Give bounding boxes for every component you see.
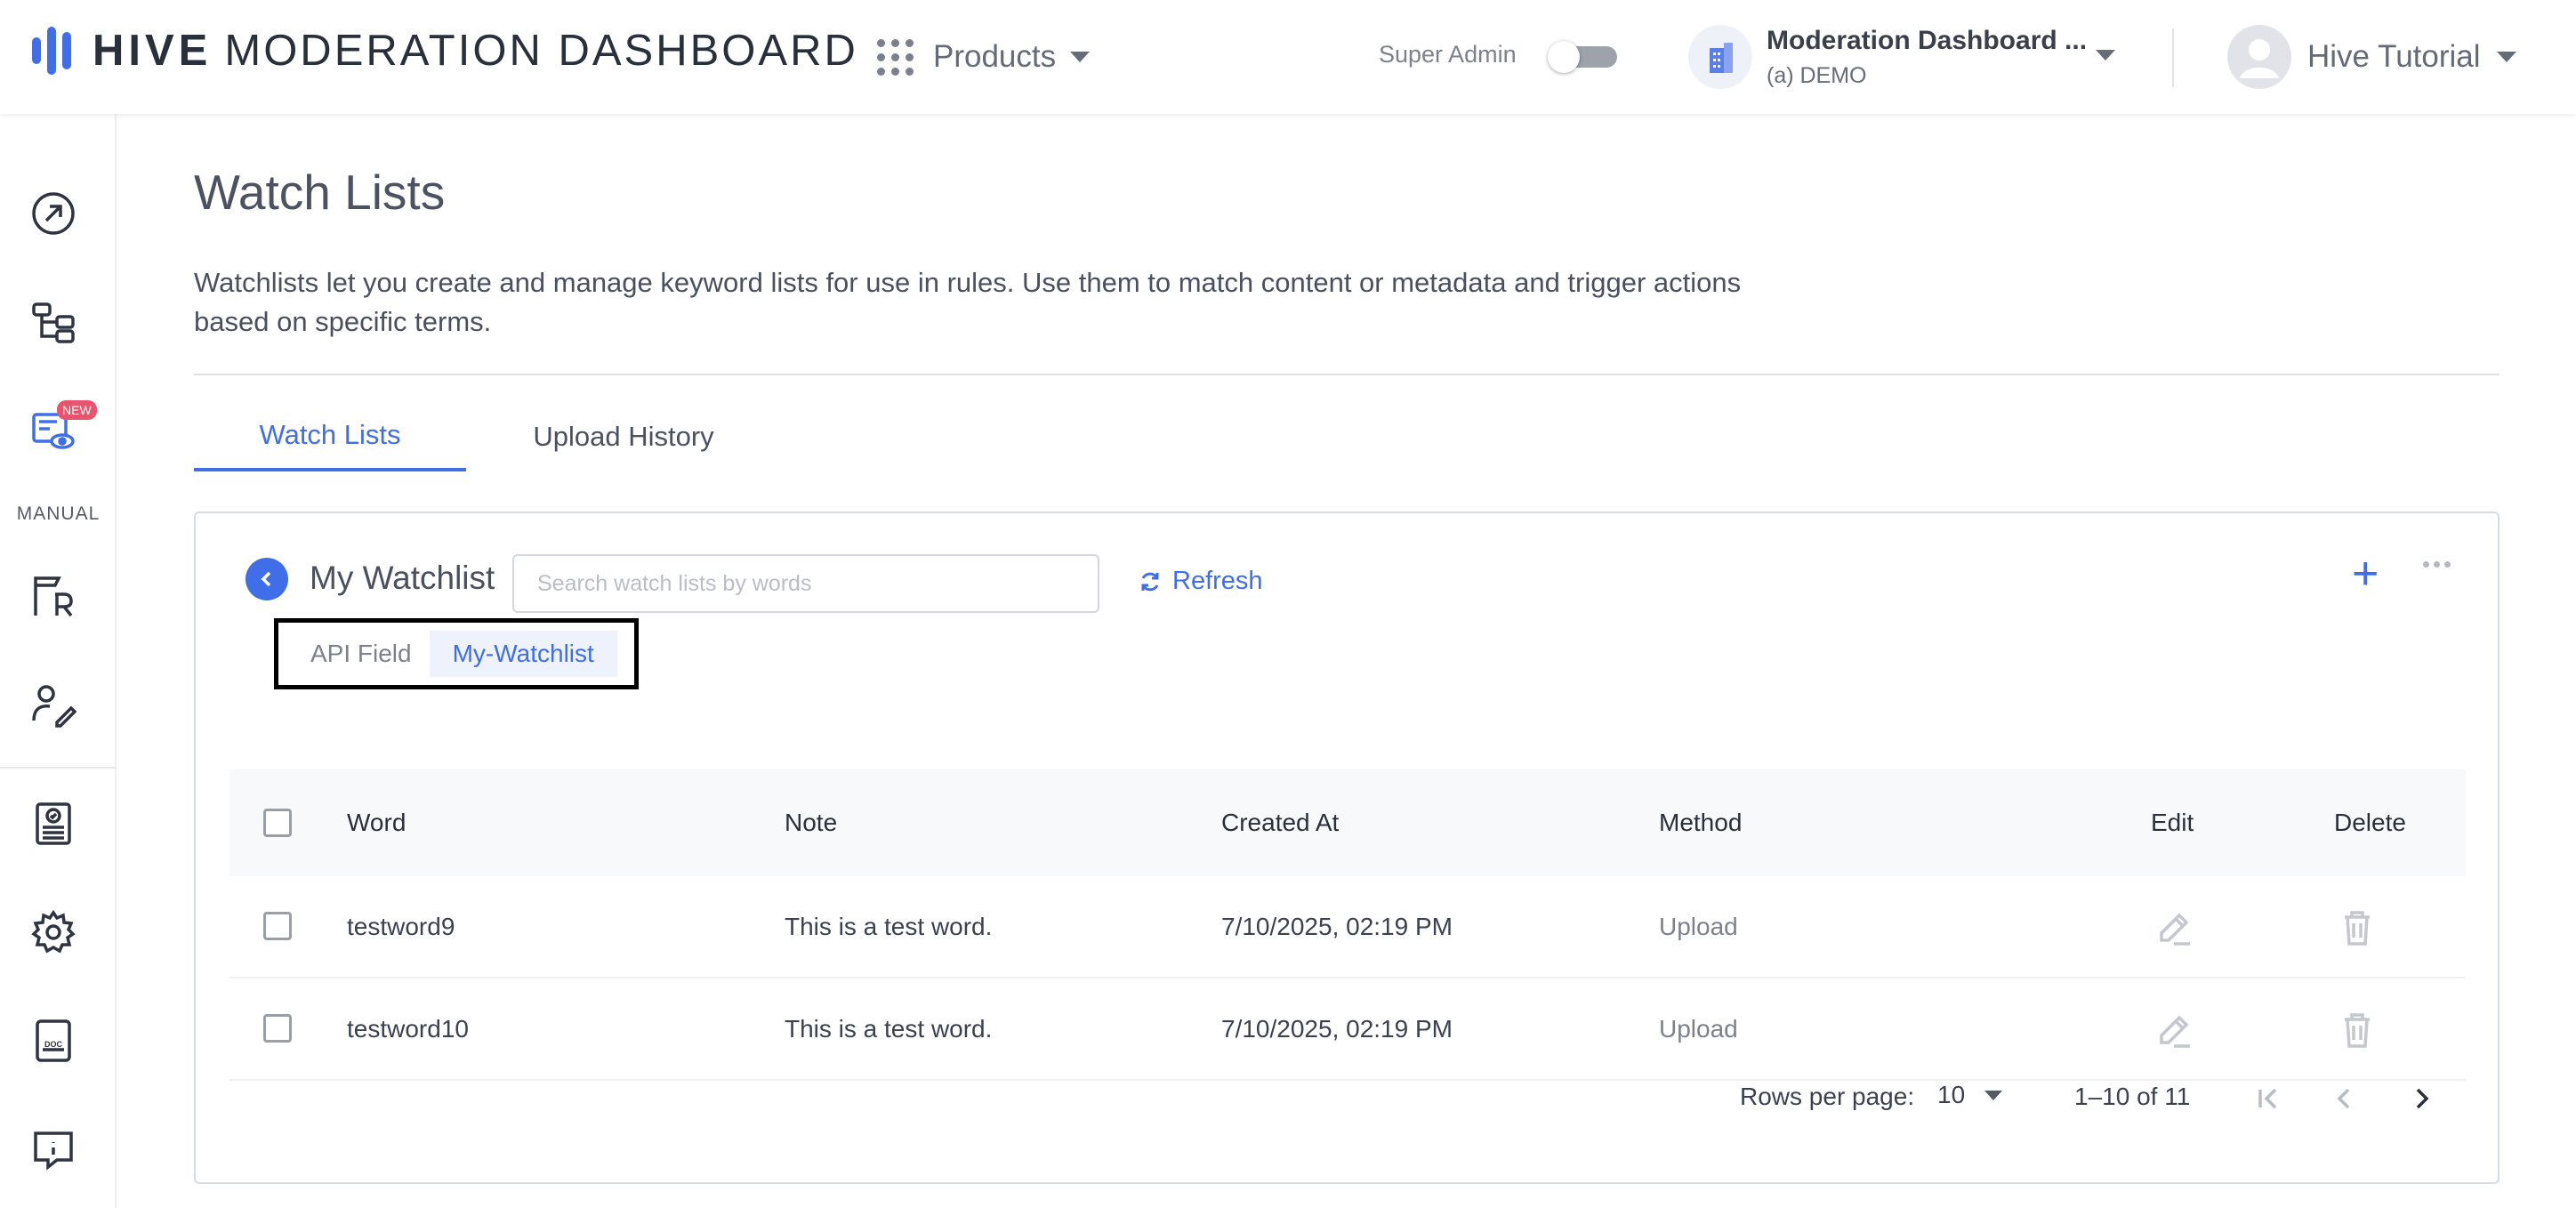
pagination: Rows per page: 10 1–10 of 11 — [196, 1065, 2501, 1127]
chevron-down-icon — [2096, 50, 2115, 60]
new-badge: NEW — [57, 400, 97, 420]
grid-icon — [877, 38, 914, 76]
review-flag-icon — [34, 576, 73, 617]
api-field-label: API Field — [310, 640, 412, 667]
rows-per-page-label: Rows per page: — [1740, 1083, 1915, 1110]
column-header-delete: Delete — [2334, 809, 2406, 836]
sidebar-item-workflows[interactable] — [25, 294, 82, 350]
trash-icon — [2345, 911, 2370, 946]
note-cell: This is a test word. — [785, 912, 993, 940]
column-header-note[interactable]: Note — [785, 769, 837, 876]
tab-watch-lists[interactable]: Watch Lists — [194, 402, 466, 471]
info-chat-icon — [34, 1131, 73, 1171]
arrow-circle-icon — [32, 192, 75, 235]
description-divider — [194, 374, 2500, 375]
table-header: Word Note Created At Method Edit Delete — [229, 769, 2466, 876]
add-word-button[interactable]: + — [2352, 551, 2379, 597]
rows-per-page-value: 10 — [1937, 1081, 1966, 1108]
sidebar-item-overview[interactable] — [25, 185, 82, 242]
sidebar-item-watchlists[interactable]: NEW — [25, 400, 97, 459]
products-label: Products — [933, 39, 1057, 74]
refresh-icon — [1141, 572, 1159, 591]
sidebar: NEW MANUAL DOC — [0, 114, 117, 1208]
sidebar-item-settings[interactable] — [25, 904, 82, 961]
select-all-checkbox[interactable] — [263, 809, 292, 837]
row-checkbox[interactable] — [263, 1014, 292, 1043]
user-menu[interactable]: Hive Tutorial — [2227, 25, 2516, 89]
products-menu[interactable]: Products — [877, 34, 1091, 80]
watchlist-name: My Watchlist — [310, 560, 495, 596]
first-page-button[interactable] — [2243, 1074, 2293, 1123]
super-admin-toggle[interactable] — [1548, 41, 1621, 73]
previous-page-button[interactable] — [2320, 1074, 2370, 1123]
refresh-label: Refresh — [1172, 567, 1263, 595]
organization-name: Moderation Dashboard ... — [1767, 25, 2088, 55]
chevron-down-icon — [1984, 1090, 2003, 1100]
page-range: 1–10 of 11 — [2074, 1083, 2191, 1110]
more-options-icon[interactable] — [2423, 561, 2451, 568]
building-icon — [1688, 25, 1752, 89]
column-header-word[interactable]: Word — [347, 769, 406, 876]
sidebar-divider — [0, 767, 117, 769]
edit-button[interactable] — [2151, 905, 2197, 951]
logo-brand: HIVE — [93, 27, 213, 75]
delete-button[interactable] — [2334, 1007, 2380, 1053]
chevron-down-icon — [1070, 52, 1091, 62]
user-edit-icon — [32, 685, 76, 728]
header-divider — [2172, 28, 2174, 87]
report-icon — [36, 802, 71, 845]
user-name: Hive Tutorial — [2307, 39, 2481, 74]
avatar — [2227, 25, 2291, 89]
pencil-icon — [2160, 1015, 2190, 1048]
svg-text:DOC: DOC — [44, 1040, 63, 1049]
organization-subtitle: (a) DEMO — [1767, 62, 1867, 88]
chevron-down-icon — [2496, 52, 2516, 62]
column-header-edit: Edit — [2151, 809, 2194, 836]
word-cell: testword9 — [347, 912, 455, 940]
flow-icon — [32, 302, 75, 343]
logo-suffix: MODERATION DASHBOARD — [224, 27, 858, 75]
api-field-box: API Field My-Watchlist — [274, 618, 639, 689]
chevron-left-icon — [261, 571, 271, 587]
hive-logo-icon — [32, 27, 71, 75]
search-input[interactable] — [512, 554, 1099, 613]
gear-icon — [31, 909, 76, 954]
doc-icon: DOC — [36, 1019, 71, 1062]
sidebar-item-review[interactable] — [25, 568, 82, 624]
edit-button[interactable] — [2151, 1007, 2197, 1053]
hive-logo[interactable]: HIVE MODERATION DASHBOARD — [32, 23, 858, 78]
next-page-button[interactable] — [2396, 1074, 2446, 1123]
super-admin-label: Super Admin — [1379, 41, 1517, 68]
organization-selector[interactable]: Moderation Dashboard ... (a) DEMO — [1688, 23, 2115, 91]
manual-section-label: MANUAL — [16, 503, 101, 524]
sidebar-item-reports[interactable] — [25, 795, 82, 852]
pencil-icon — [2160, 913, 2190, 946]
sidebar-item-docs[interactable]: DOC — [25, 1012, 82, 1069]
back-button[interactable] — [246, 558, 288, 600]
trash-icon — [2345, 1013, 2370, 1048]
sidebar-item-support[interactable] — [25, 1121, 82, 1178]
refresh-button[interactable]: Refresh — [1139, 567, 1263, 596]
watchlist-card: My Watchlist Refresh + API Field My-Watc… — [194, 511, 2500, 1184]
sidebar-item-moderators[interactable] — [25, 676, 82, 733]
column-header-created-at[interactable]: Created At — [1221, 769, 1339, 876]
page-title: Watch Lists — [194, 165, 446, 220]
tab-upload-history[interactable]: Upload History — [502, 402, 745, 471]
page-description: Watchlists let you create and manage key… — [194, 267, 1742, 337]
delete-button[interactable] — [2334, 905, 2380, 951]
row-checkbox[interactable] — [263, 912, 292, 940]
method-cell: Upload — [1659, 912, 1738, 940]
created-at-cell: 7/10/2025, 02:19 PM — [1221, 912, 1453, 940]
top-bar: HIVE MODERATION DASHBOARD Products Super … — [0, 0, 2576, 114]
first-page-icon — [2258, 1088, 2277, 1109]
api-field-value[interactable]: My-Watchlist — [429, 631, 617, 677]
column-header-method[interactable]: Method — [1659, 769, 1742, 876]
rows-per-page-select[interactable]: 10 — [1937, 1077, 2003, 1113]
chevron-right-icon — [2416, 1088, 2429, 1109]
table-row: testword9 This is a test word. 7/10/2025… — [229, 876, 2466, 978]
chevron-left-icon — [2337, 1088, 2350, 1109]
